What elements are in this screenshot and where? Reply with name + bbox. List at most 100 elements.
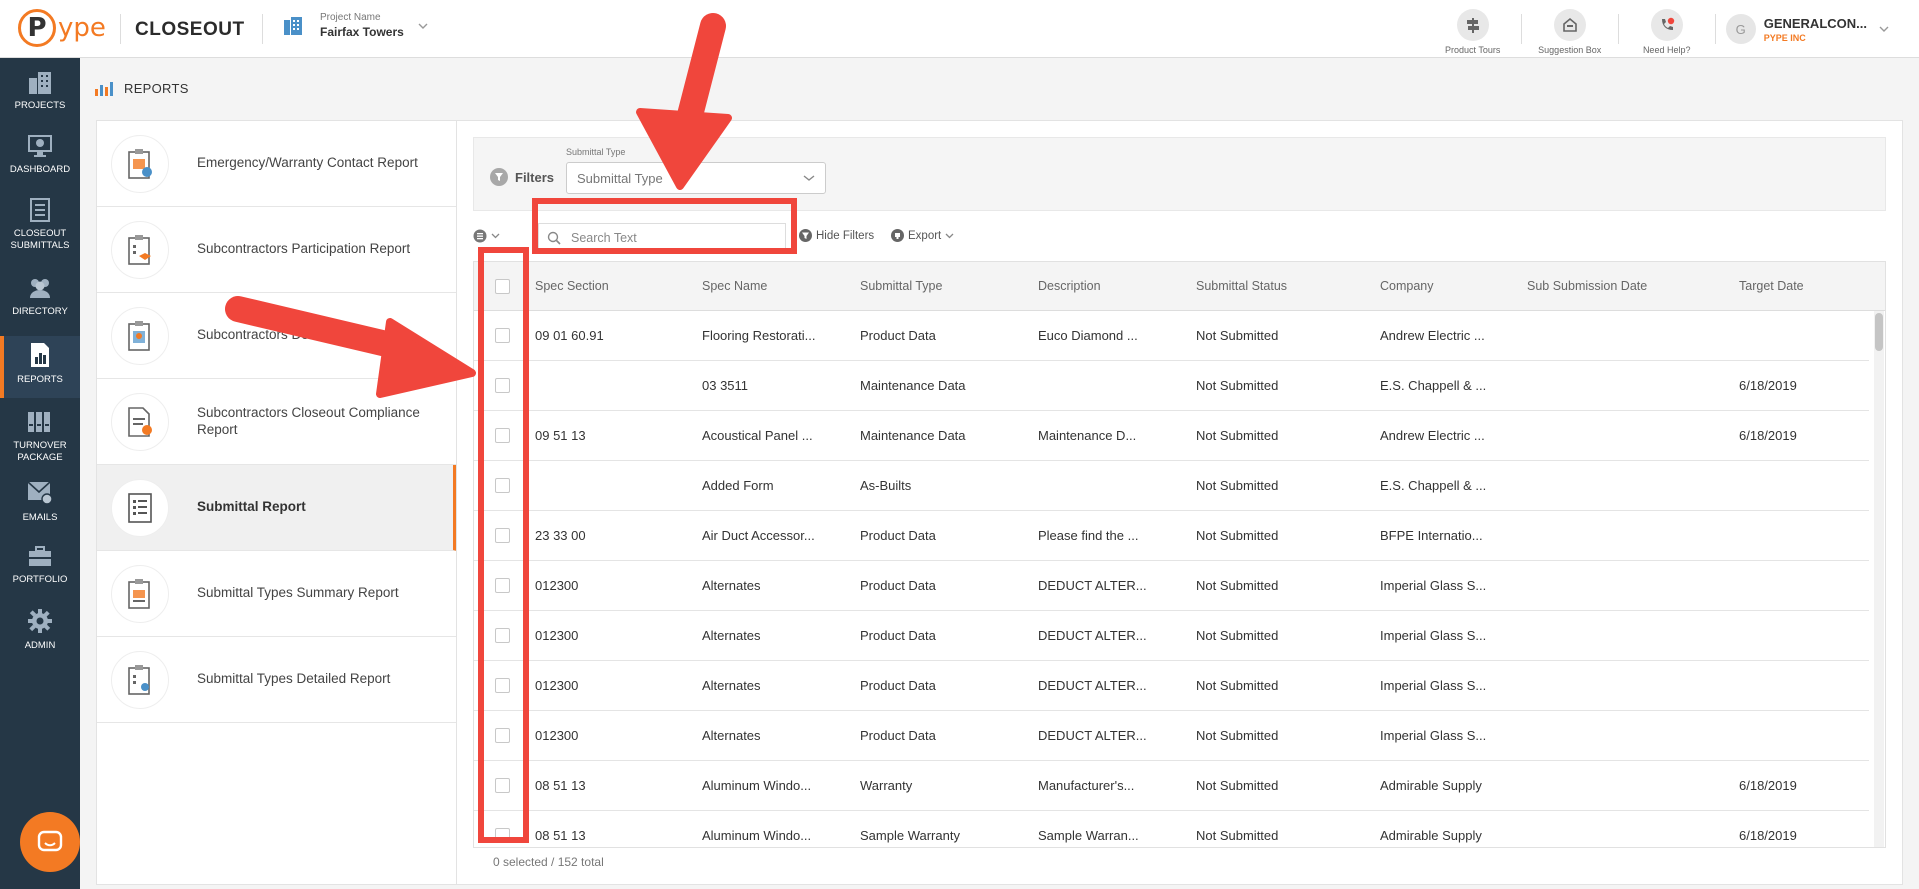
cell-spec-section: 09 51 13	[535, 428, 586, 443]
table-row[interactable]: 03 3511 Maintenance Data Not Submitted E.S.…	[474, 361, 1869, 411]
filter-icon[interactable]	[490, 168, 508, 186]
export-button[interactable]: Export	[891, 229, 958, 242]
checklist-icon	[111, 478, 169, 537]
mail-gear-icon	[27, 481, 53, 505]
col-spec-section[interactable]: Spec Section	[535, 279, 609, 293]
nav-turnover-package[interactable]: TURNOVER PACKAGE	[0, 406, 80, 476]
cell-spec-name: Alternates	[702, 728, 761, 743]
project-selector[interactable]: Project Name Fairfax Towers	[282, 12, 428, 39]
project-name: Fairfax Towers	[320, 25, 404, 39]
col-spec-name[interactable]: Spec Name	[702, 279, 767, 293]
product-tours-button[interactable]: Product Tours	[1425, 0, 1521, 58]
nav-emails[interactable]: EMAILS	[0, 480, 80, 536]
cell-spec-section: 09 01 60.91	[535, 328, 604, 343]
need-help-button[interactable]: Need Help?	[1619, 0, 1715, 58]
column-toggle[interactable]	[473, 229, 500, 243]
user-menu[interactable]: G GENERALCON... PYPE INC	[1716, 0, 1919, 58]
cell-company: Admirable Supply	[1380, 778, 1482, 793]
cell-submittal-type: Maintenance Data	[860, 428, 966, 443]
nav-closeout-submittals[interactable]: CLOSEOUT SUBMITTALS	[0, 198, 80, 268]
cell-spec-name: Alternates	[702, 678, 761, 693]
report-label: Submittal Types Detailed Report	[197, 671, 391, 687]
table-row[interactable]: 08 51 13 Aluminum Windo... Warranty Manufac…	[474, 761, 1869, 811]
cell-spec-section: 08 51 13	[535, 828, 586, 843]
cell-description: DEDUCT ALTER...	[1038, 728, 1147, 743]
submittal-type-select[interactable]: Submittal Type	[566, 162, 826, 194]
cell-submittal-status: Not Submitted	[1196, 828, 1279, 843]
col-company[interactable]: Company	[1380, 279, 1434, 293]
table-row[interactable]: 012300 Alternates Product Data DEDUCT ALTER…	[474, 611, 1869, 661]
pype-logo[interactable]: P ype	[18, 8, 106, 48]
cell-company: BFPE Internatio...	[1380, 528, 1483, 543]
chat-launcher-button[interactable]	[20, 812, 80, 872]
cell-spec-name: Air Duct Accessor...	[702, 528, 815, 543]
cell-description: DEDUCT ALTER...	[1038, 578, 1147, 593]
vertical-scrollbar[interactable]	[1874, 311, 1884, 847]
report-item-sub-closeout-compliance[interactable]: Subcontractors Closeout Compliance Repor…	[97, 379, 457, 465]
table-row[interactable]: 012300 Alternates Product Data DEDUCT ALTER…	[474, 561, 1869, 611]
nav-emails-label: EMAILS	[22, 512, 58, 523]
report-list: Emergency/Warranty Contact Report Subcon…	[96, 120, 457, 885]
app-title: CLOSEOUT	[135, 19, 245, 40]
report-label: Submittal Report	[197, 499, 306, 515]
nav-admin[interactable]: ADMIN	[0, 608, 80, 664]
suggestion-box-button[interactable]: Suggestion Box	[1522, 0, 1618, 58]
col-target-date[interactable]: Target Date	[1739, 279, 1804, 293]
content-area: REPORTS Emergency/Warranty Contact Repor…	[80, 58, 1919, 889]
annotation-highlight-checkboxes	[478, 247, 529, 843]
col-submittal-type[interactable]: Submittal Type	[860, 279, 942, 293]
list-circle-icon	[473, 229, 487, 243]
report-item-types-summary[interactable]: Submittal Types Summary Report	[97, 551, 457, 637]
report-item-submittal[interactable]: Submittal Report	[97, 465, 457, 551]
table-row[interactable]: 09 51 13 Acoustical Panel ... Maintenance …	[474, 411, 1869, 461]
nav-dashboard[interactable]: DASHBOARD	[0, 134, 80, 190]
project-label: Project Name	[320, 12, 381, 23]
cell-submittal-type: Product Data	[860, 628, 936, 643]
top-actions: Product Tours Suggestion Box Need Help? …	[1425, 0, 1919, 58]
report-item-sub-document[interactable]: Subcontractors Document Report	[97, 293, 457, 379]
col-sub-submission-date[interactable]: Sub Submission Date	[1527, 279, 1647, 293]
clipboard-summary-icon	[111, 564, 169, 623]
document-list-icon	[30, 198, 50, 222]
cell-company: Imperial Glass S...	[1380, 578, 1487, 593]
cell-spec-section: 012300	[535, 728, 579, 743]
nav-directory-label: DIRECTORY	[12, 306, 68, 317]
chevron-down-icon	[491, 233, 500, 239]
table-row[interactable]: 23 33 00 Air Duct Accessor... Product Data…	[474, 511, 1869, 561]
hide-filters-button[interactable]: Hide Filters	[799, 229, 874, 242]
id-badge-icon	[111, 306, 169, 365]
logo-text: ype	[58, 13, 106, 43]
col-description[interactable]: Description	[1038, 279, 1101, 293]
product-tours-label: Product Tours	[1445, 45, 1501, 55]
table-row[interactable]: 09 01 60.91 Flooring Restorati... Product …	[474, 311, 1869, 361]
table-row[interactable]: 08 51 13 Aluminum Windo... Sample Warranty…	[474, 811, 1869, 847]
cell-description: DEDUCT ALTER...	[1038, 678, 1147, 693]
table-row[interactable]: Added Form As-Builts Not Submitted E.S. Cha…	[474, 461, 1869, 511]
top-bar: P ype CLOSEOUT Project Name Fairfax Towe…	[0, 0, 1919, 58]
document-check-icon	[111, 392, 169, 451]
cell-description: Please find the ...	[1038, 528, 1139, 543]
report-item-emergency-warranty[interactable]: Emergency/Warranty Contact Report	[97, 121, 457, 207]
scrollbar-thumb[interactable]	[1875, 313, 1883, 351]
nav-admin-label: ADMIN	[24, 640, 56, 651]
nav-portfolio[interactable]: PORTFOLIO	[0, 544, 80, 600]
table-row[interactable]: 012300 Alternates Product Data DEDUCT ALTER…	[474, 711, 1869, 761]
people-icon	[30, 279, 50, 298]
cell-spec-name: Added Form	[702, 478, 774, 493]
briefcase-icon	[29, 546, 51, 566]
report-item-sub-participation[interactable]: Subcontractors Participation Report	[97, 207, 457, 293]
col-submittal-status[interactable]: Submittal Status	[1196, 279, 1287, 293]
cell-description: Manufacturer's...	[1038, 778, 1135, 793]
submittal-type-label: Submittal Type	[566, 147, 626, 157]
page-title: REPORTS	[124, 80, 189, 96]
cell-company: Andrew Electric ...	[1380, 428, 1485, 443]
report-item-types-detailed[interactable]: Submittal Types Detailed Report	[97, 637, 457, 723]
filter-icon	[799, 229, 812, 242]
nav-projects[interactable]: PROJECTS	[0, 70, 80, 126]
nav-reports[interactable]: REPORTS	[0, 336, 80, 398]
binders-icon	[28, 412, 50, 432]
cell-spec-section: 23 33 00	[535, 528, 586, 543]
nav-directory[interactable]: DIRECTORY	[0, 276, 80, 332]
table-row[interactable]: 012300 Alternates Product Data DEDUCT ALTER…	[474, 661, 1869, 711]
cell-spec-section: 012300	[535, 678, 579, 693]
